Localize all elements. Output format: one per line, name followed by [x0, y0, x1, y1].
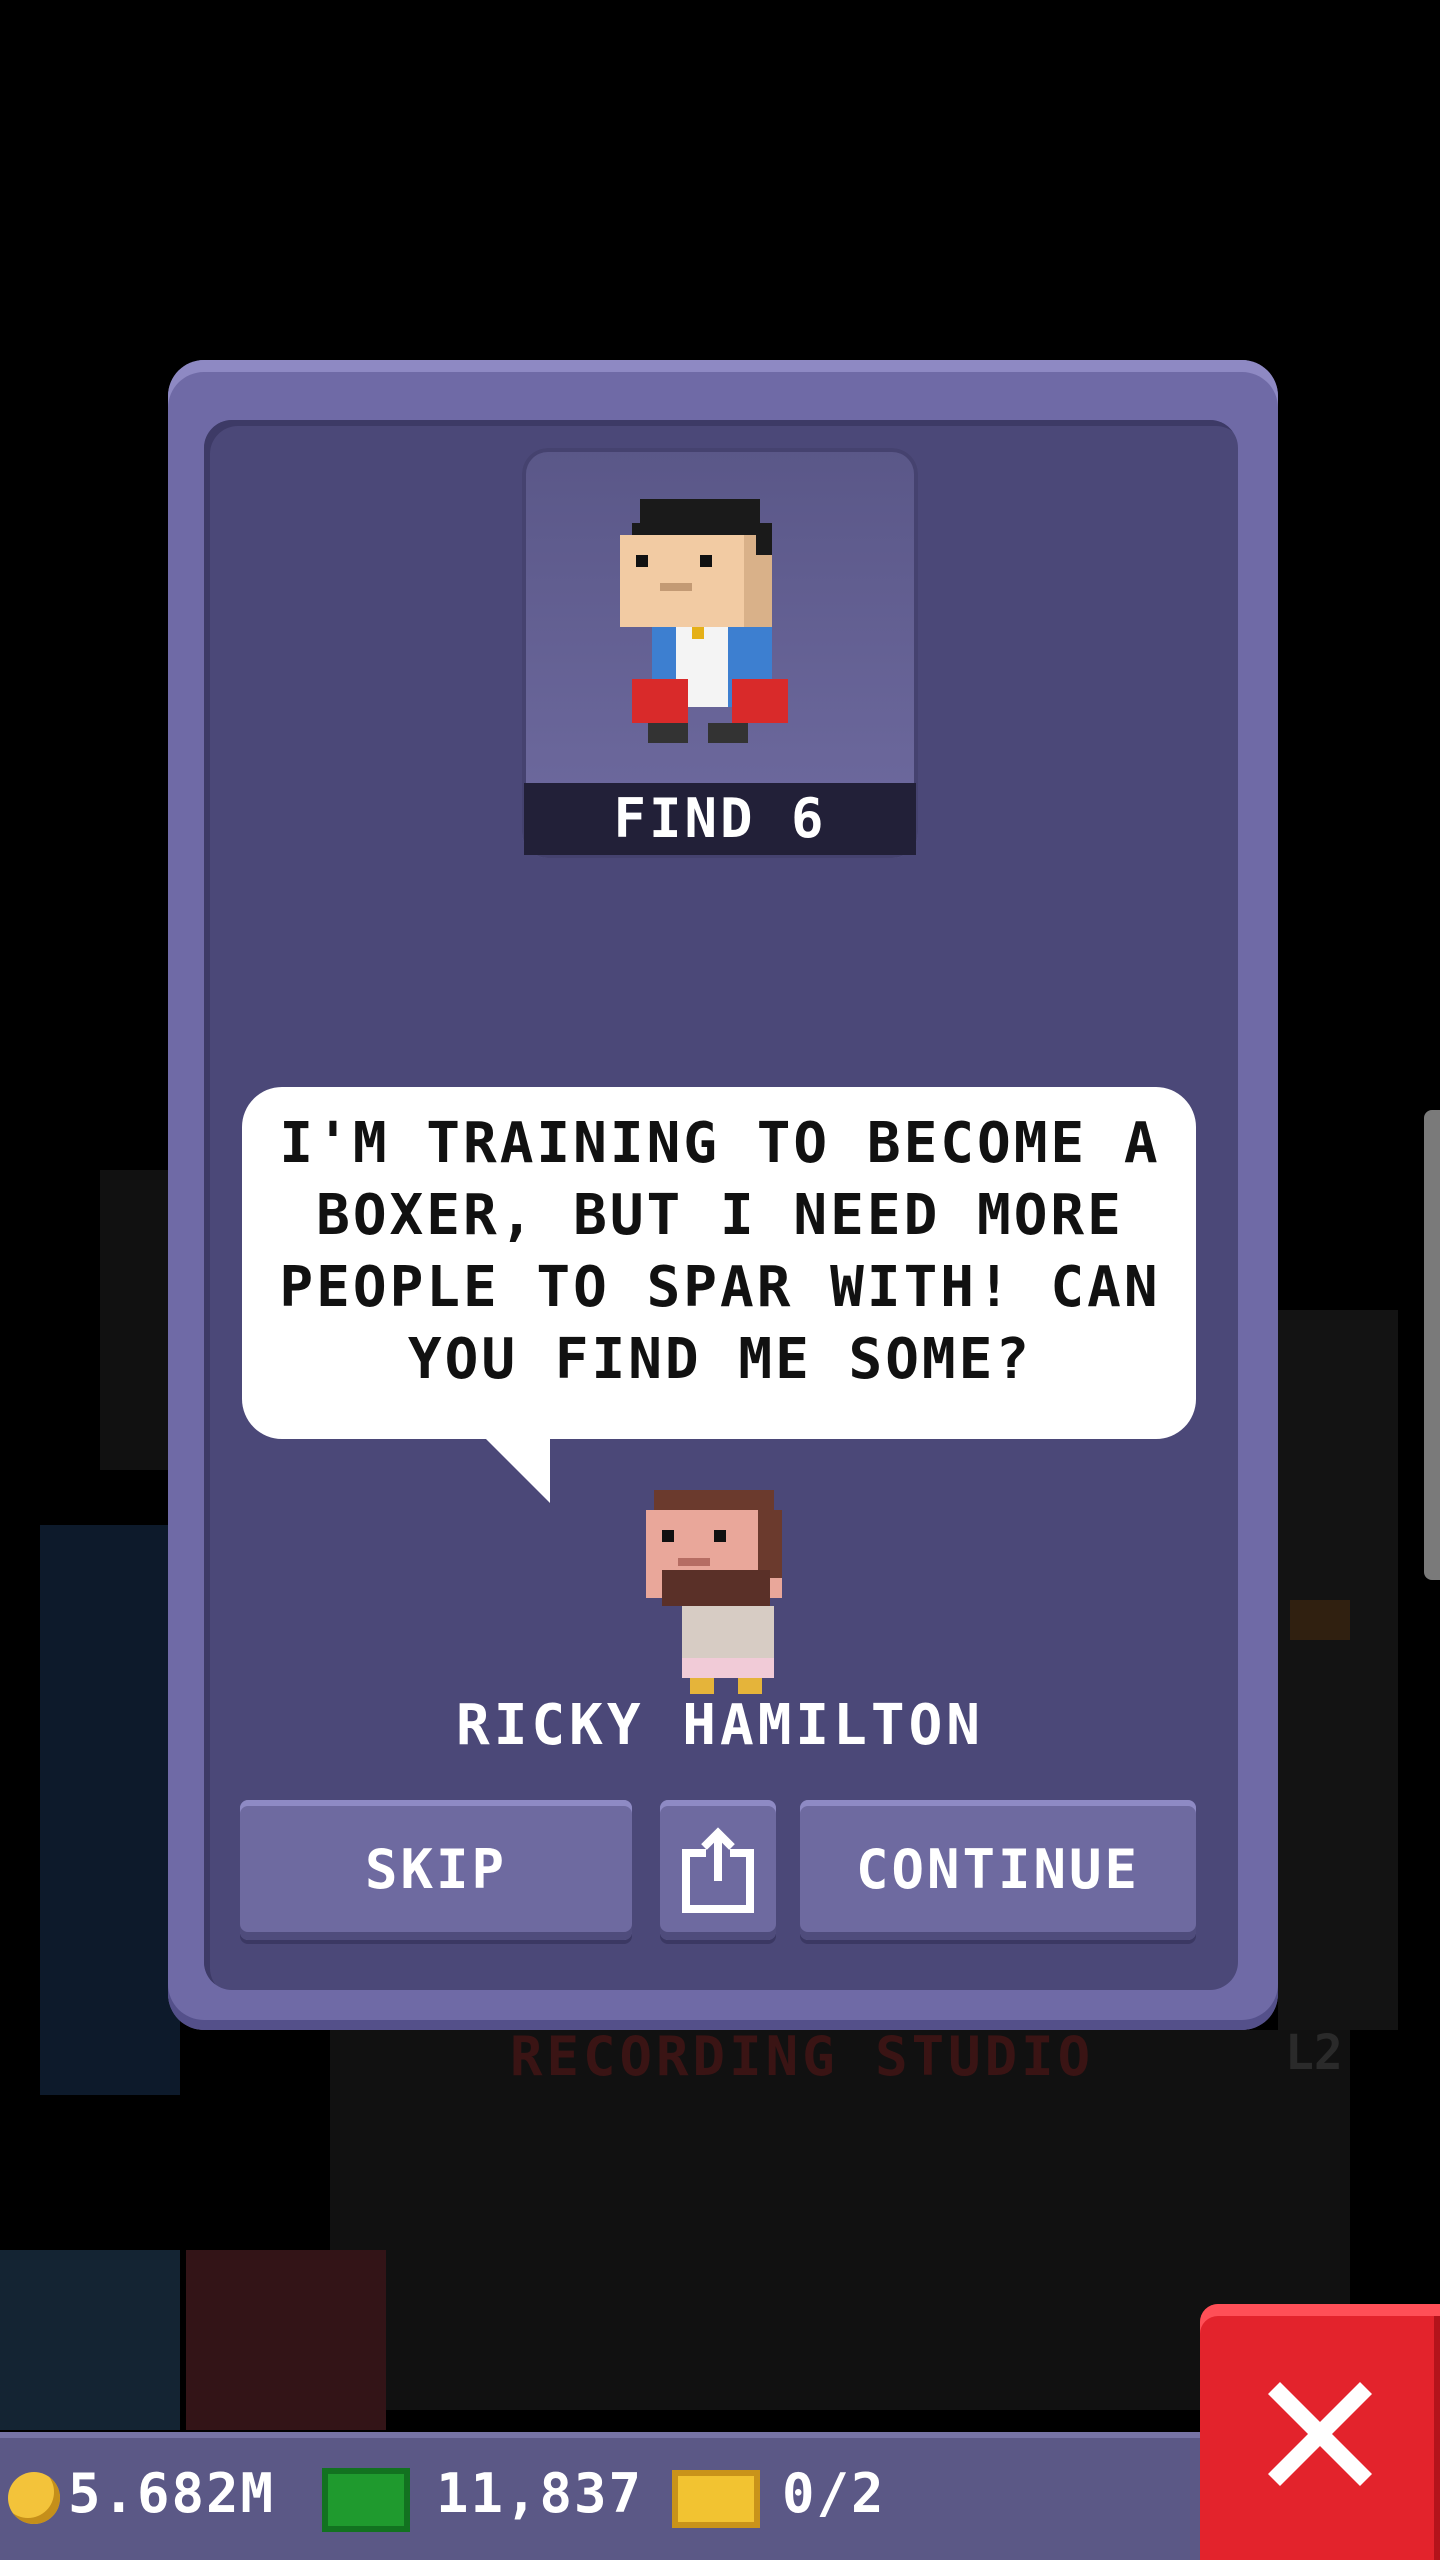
floor-label: RECORDING STUDIO: [510, 2025, 1095, 2088]
skip-button[interactable]: SKIP: [240, 1800, 632, 1940]
share-button[interactable]: [660, 1800, 776, 1940]
side-scroll-tab[interactable]: [1424, 1110, 1440, 1580]
ticket-icon: [672, 2470, 760, 2528]
bux-icon: [322, 2468, 410, 2532]
bux-count: 11,837: [436, 2462, 644, 2525]
floor-level: L2: [1285, 2025, 1343, 2081]
character-name: RICKY HAMILTON: [455, 1693, 984, 1758]
close-icon: [1268, 2382, 1372, 2486]
speech-bubble-tail: [482, 1435, 550, 1503]
coin-count: 5.682M: [68, 2462, 276, 2525]
coin-icon: [8, 2472, 60, 2524]
find-goal-label: FIND 6: [524, 783, 916, 855]
ticket-count: 0/2: [782, 2462, 886, 2525]
boxer-portrait-icon: [620, 499, 788, 743]
quest-dialogue-text: I'M TRAINING TO BECOME A BOXER, BUT I NE…: [279, 1111, 1161, 1392]
share-icon: [682, 1827, 754, 1913]
ricky-hamilton-avatar: [646, 1490, 782, 1694]
continue-button[interactable]: CONTINUE: [800, 1800, 1196, 1940]
